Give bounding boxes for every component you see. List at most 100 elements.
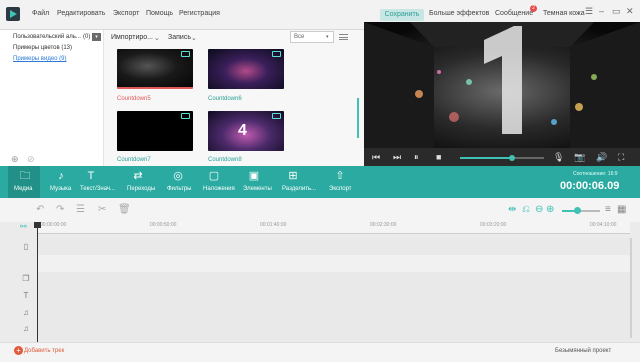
add-folder-icon[interactable]: ⊕ — [11, 154, 19, 165]
zoom-in-icon[interactable]: ⊕ — [546, 205, 554, 215]
user-album-count: (0) — [83, 34, 91, 40]
ruler-label: 00:04:10:00 — [590, 222, 617, 228]
fit-timeline-icon[interactable]: ⇹ — [508, 205, 516, 215]
track-divider — [38, 255, 630, 272]
microphone-icon[interactable]: 🎙 — [553, 150, 564, 164]
save-button[interactable]: Сохранить — [380, 9, 424, 21]
redo-icon[interactable]: ↷ — [56, 205, 64, 215]
tab-7[interactable]: Разделить... — [282, 186, 316, 192]
tab-3[interactable]: Переходы — [127, 186, 155, 192]
tab-5[interactable]: Наложения — [203, 186, 235, 192]
tab-4[interactable]: Фильтры — [167, 186, 191, 192]
skip-start-icon[interactable]: ⏮ — [372, 150, 380, 164]
preview-player — [364, 22, 640, 166]
ruler-label: 00:02:30:00 — [370, 222, 397, 228]
tab-2[interactable]: Текст/Знач... — [80, 186, 115, 192]
timeline-scrollbar[interactable] — [630, 238, 632, 338]
more-effects-link[interactable]: Больше эффектов — [429, 10, 489, 17]
menu-help[interactable]: Помощь — [146, 10, 173, 17]
video-icon — [181, 113, 190, 119]
list-view-icon[interactable] — [339, 34, 348, 40]
skip-end-icon[interactable]: ⏭ — [393, 150, 401, 164]
snapshot-icon[interactable]: 📷 — [574, 150, 585, 164]
link-icon[interactable]: ⚯ — [20, 222, 27, 231]
add-track-button[interactable]: Добавить трек — [24, 348, 64, 354]
tab-8[interactable]: Экспорт — [329, 186, 352, 192]
folder-icon[interactable]: 🗀 — [18, 170, 32, 182]
thumbnail-label: Countdown6 — [208, 96, 242, 102]
audio-track-2[interactable] — [38, 323, 630, 340]
thumbnail-countdown5[interactable] — [117, 49, 193, 89]
split-screen-icon[interactable]: ⊞ — [286, 170, 300, 182]
text-icon[interactable]: T — [84, 170, 98, 182]
messages-link[interactable]: Сообщение — [495, 10, 533, 17]
tab-6[interactable]: Элементы — [243, 186, 272, 192]
import-chevron-icon[interactable]: ⌄ — [154, 34, 160, 42]
export-icon[interactable]: ⇧ — [333, 170, 347, 182]
maximize-icon[interactable]: ▭ — [612, 6, 621, 17]
pause-icon[interactable]: ⏸ — [414, 150, 419, 164]
track-settings-icon[interactable]: ≡ — [605, 205, 611, 215]
menu-export[interactable]: Экспорт — [113, 10, 139, 17]
text-track[interactable] — [38, 289, 630, 306]
timecode-display: 00:00:06.09 — [560, 180, 620, 192]
volume-icon[interactable]: 🔊 — [596, 150, 607, 164]
grid-view-icon[interactable]: ▦ — [617, 205, 626, 215]
video-track[interactable] — [38, 238, 630, 255]
import-dropdown[interactable]: Импортиро... — [111, 34, 153, 41]
overlay-icon[interactable]: ▢ — [207, 170, 221, 182]
video-track-icon: ▯ — [23, 242, 29, 251]
theme-link[interactable]: Темная кожа — [543, 10, 585, 17]
menu-edit[interactable]: Редактировать — [57, 10, 105, 17]
menu-icon[interactable]: ☰ — [585, 6, 593, 17]
user-album-item[interactable]: Пользовательский аль... — [13, 34, 81, 40]
delete-icon[interactable]: 🗑 — [118, 205, 131, 215]
add-track-icon[interactable]: + — [14, 346, 23, 355]
record-dropdown[interactable]: Запись — [168, 34, 191, 41]
media-scrollbar[interactable] — [357, 98, 359, 138]
preview-frame — [364, 22, 640, 148]
text-track-icon: T — [23, 291, 29, 300]
minimize-icon[interactable]: – — [599, 6, 604, 16]
transition-icon[interactable]: ⇄ — [131, 170, 145, 182]
thumbnail-countdown8[interactable]: 4 — [208, 111, 284, 151]
stop-icon[interactable]: ■ — [436, 150, 441, 164]
filter-icon[interactable]: ◎ — [171, 170, 185, 182]
close-icon[interactable]: ✕ — [626, 6, 634, 17]
menu-register[interactable]: Регистрация — [179, 10, 220, 17]
color-samples-item[interactable]: Примеры цветов (13) — [13, 45, 72, 51]
tab-1[interactable]: Музыка — [50, 186, 71, 192]
tab-0[interactable]: Медиа — [14, 186, 32, 192]
remove-folder-icon[interactable]: ⊘ — [27, 154, 35, 165]
overlay-track[interactable] — [38, 272, 630, 289]
timeline-ruler[interactable] — [38, 222, 630, 234]
overlay-track-icon: ❐ — [22, 274, 30, 283]
record-chevron-icon[interactable]: ⌄ — [191, 34, 197, 42]
menu-file[interactable]: Файл — [32, 10, 49, 17]
messages-badge: 2 — [530, 5, 537, 12]
ruler-label: 00:00:00:00 — [40, 222, 67, 228]
aspect-ratio-label: Соотношение: 16:9 — [573, 171, 618, 177]
adjust-icon[interactable]: ☰ — [76, 205, 85, 215]
thumbnail-countdown7[interactable] — [117, 111, 193, 151]
album-dropdown-button[interactable]: ▾ — [92, 33, 101, 41]
playhead[interactable] — [37, 222, 38, 342]
audio-track-1[interactable] — [38, 306, 630, 323]
zoom-slider-knob[interactable] — [574, 207, 581, 214]
thumbnail-label: Countdown7 — [117, 157, 151, 163]
music-track-icon: ♫ — [23, 324, 29, 333]
footer-bar — [0, 342, 640, 362]
video-icon — [181, 51, 190, 57]
split-icon[interactable]: ⎌ — [522, 205, 530, 215]
undo-icon[interactable]: ↶ — [36, 205, 44, 215]
seek-knob[interactable] — [509, 155, 515, 161]
fullscreen-icon[interactable]: ⛶ — [618, 150, 624, 164]
video-icon — [272, 113, 281, 119]
zoom-out-icon[interactable]: ⊖ — [535, 205, 543, 215]
video-samples-item[interactable]: Примеры видео (9) — [13, 56, 67, 62]
music-note-icon[interactable]: ♪ — [54, 170, 68, 182]
thumbnail-countdown6[interactable] — [208, 49, 284, 89]
image-icon[interactable]: ▣ — [247, 170, 261, 182]
cut-icon[interactable]: ✂ — [98, 205, 106, 215]
filter-chevron-icon: ▾ — [326, 34, 329, 40]
